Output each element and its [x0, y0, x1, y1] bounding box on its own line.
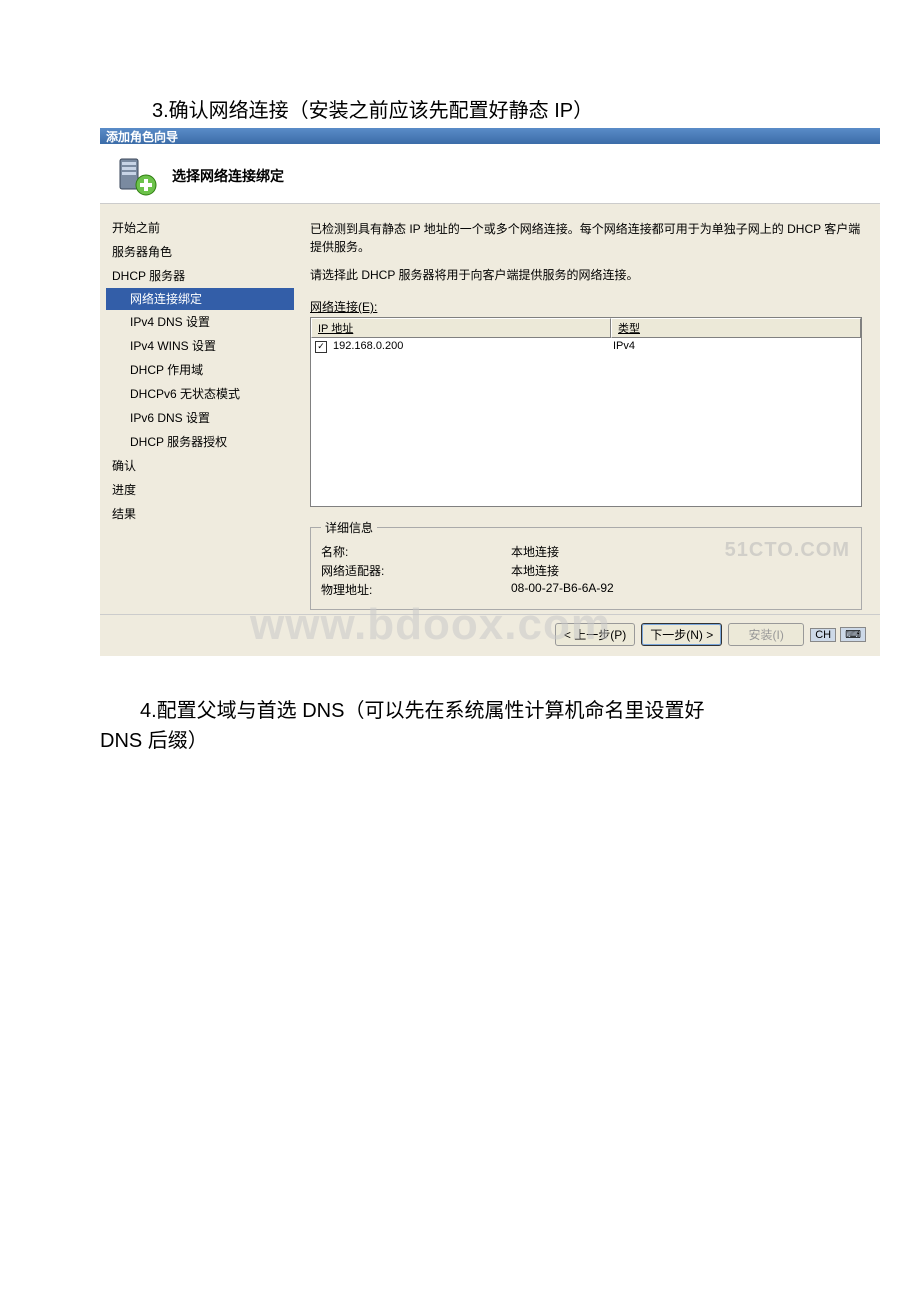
- step3-text: 3.确认网络连接（安装之前应该先配置好静态 IP）: [0, 0, 920, 126]
- details-legend: 详细信息: [321, 519, 377, 536]
- sidebar-item-dhcp[interactable]: DHCP 服务器: [100, 264, 300, 288]
- wizard-titlebar: 添加角色向导: [100, 128, 880, 144]
- check-icon: ✓: [315, 341, 327, 353]
- network-connections-table: IP 地址 类型 ✓ 192.168.0.200 IPv4: [310, 317, 862, 507]
- watermark-51cto: 51CTO.COM: [725, 539, 850, 562]
- sidebar-item-ipv4-dns[interactable]: IPv4 DNS 设置: [100, 310, 300, 334]
- sidebar-item-ipv6-dns[interactable]: IPv6 DNS 设置: [100, 406, 300, 430]
- table-row[interactable]: ✓ 192.168.0.200 IPv4: [311, 338, 861, 355]
- details-group: 详细信息 名称: 本地连接 网络适配器: 本地连接 物理地址: 08-00-27…: [310, 519, 862, 610]
- watermark-bdoox: WWW.bdoox.com: [250, 600, 611, 650]
- detail-adapter-value: 本地连接: [511, 562, 851, 579]
- ime-icon[interactable]: ⌨: [840, 627, 866, 642]
- detail-row-adapter: 网络适配器: 本地连接: [321, 561, 851, 580]
- detail-row-mac: 物理地址: 08-00-27-B6-6A-92: [321, 580, 851, 599]
- row-ip-value: 192.168.0.200: [333, 340, 613, 353]
- sidebar-item-progress[interactable]: 进度: [100, 478, 300, 502]
- row-type-value: IPv4: [613, 340, 857, 353]
- main-description-2: 请选择此 DHCP 服务器将用于向客户端提供服务的网络连接。: [310, 266, 862, 284]
- install-button: 安装(I): [728, 623, 804, 646]
- sidebar-item-roles[interactable]: 服务器角色: [100, 240, 300, 264]
- column-type[interactable]: 类型: [611, 318, 861, 338]
- main-description-1: 已检测到具有静态 IP 地址的一个或多个网络连接。每个网络连接都可用于为单独子网…: [310, 220, 862, 256]
- server-add-icon: [116, 155, 158, 197]
- sidebar-item-network-binding[interactable]: 网络连接绑定: [106, 288, 294, 310]
- sidebar-item-dhcpv6[interactable]: DHCPv6 无状态模式: [100, 382, 300, 406]
- sidebar-item-confirm[interactable]: 确认: [100, 454, 300, 478]
- sidebar-item-ipv4-wins[interactable]: IPv4 WINS 设置: [100, 334, 300, 358]
- column-ip-address[interactable]: IP 地址: [311, 318, 611, 338]
- wizard-header: 选择网络连接绑定: [100, 144, 880, 204]
- wizard-sidebar: 开始之前 服务器角色 DHCP 服务器 网络连接绑定 IPv4 DNS 设置 I…: [100, 204, 300, 614]
- step4-text: 4.配置父域与首选 DNS（可以先在系统属性计算机命名里设置好 DNS 后缀）: [0, 656, 920, 756]
- table-body: ✓ 192.168.0.200 IPv4: [311, 338, 861, 506]
- sidebar-item-before[interactable]: 开始之前: [100, 216, 300, 240]
- sidebar-item-dhcp-auth[interactable]: DHCP 服务器授权: [100, 430, 300, 454]
- sidebar-item-result[interactable]: 结果: [100, 502, 300, 526]
- sidebar-item-dhcp-scope[interactable]: DHCP 作用域: [100, 358, 300, 382]
- detail-mac-value: 08-00-27-B6-6A-92: [511, 581, 851, 598]
- network-connections-label: 网络连接(E):: [310, 298, 377, 315]
- language-chip[interactable]: CH: [810, 628, 836, 642]
- next-button[interactable]: 下一步(N) >: [641, 623, 722, 646]
- language-indicator[interactable]: CH ⌨: [810, 623, 866, 646]
- detail-name-label: 名称:: [321, 543, 511, 560]
- detail-adapter-label: 网络适配器:: [321, 562, 511, 579]
- row-checkbox[interactable]: ✓: [315, 340, 333, 353]
- wizard-window: 添加角色向导 选择网络连接绑定 开始之前 服务器角色 DHCP 服务器 网络连接…: [100, 128, 880, 656]
- wizard-main: 已检测到具有静态 IP 地址的一个或多个网络连接。每个网络连接都可用于为单独子网…: [300, 204, 880, 614]
- detail-mac-label: 物理地址:: [321, 581, 511, 598]
- table-header: IP 地址 类型: [311, 318, 861, 338]
- wizard-heading: 选择网络连接绑定: [172, 166, 284, 186]
- wizard-body: 开始之前 服务器角色 DHCP 服务器 网络连接绑定 IPv4 DNS 设置 I…: [100, 204, 880, 614]
